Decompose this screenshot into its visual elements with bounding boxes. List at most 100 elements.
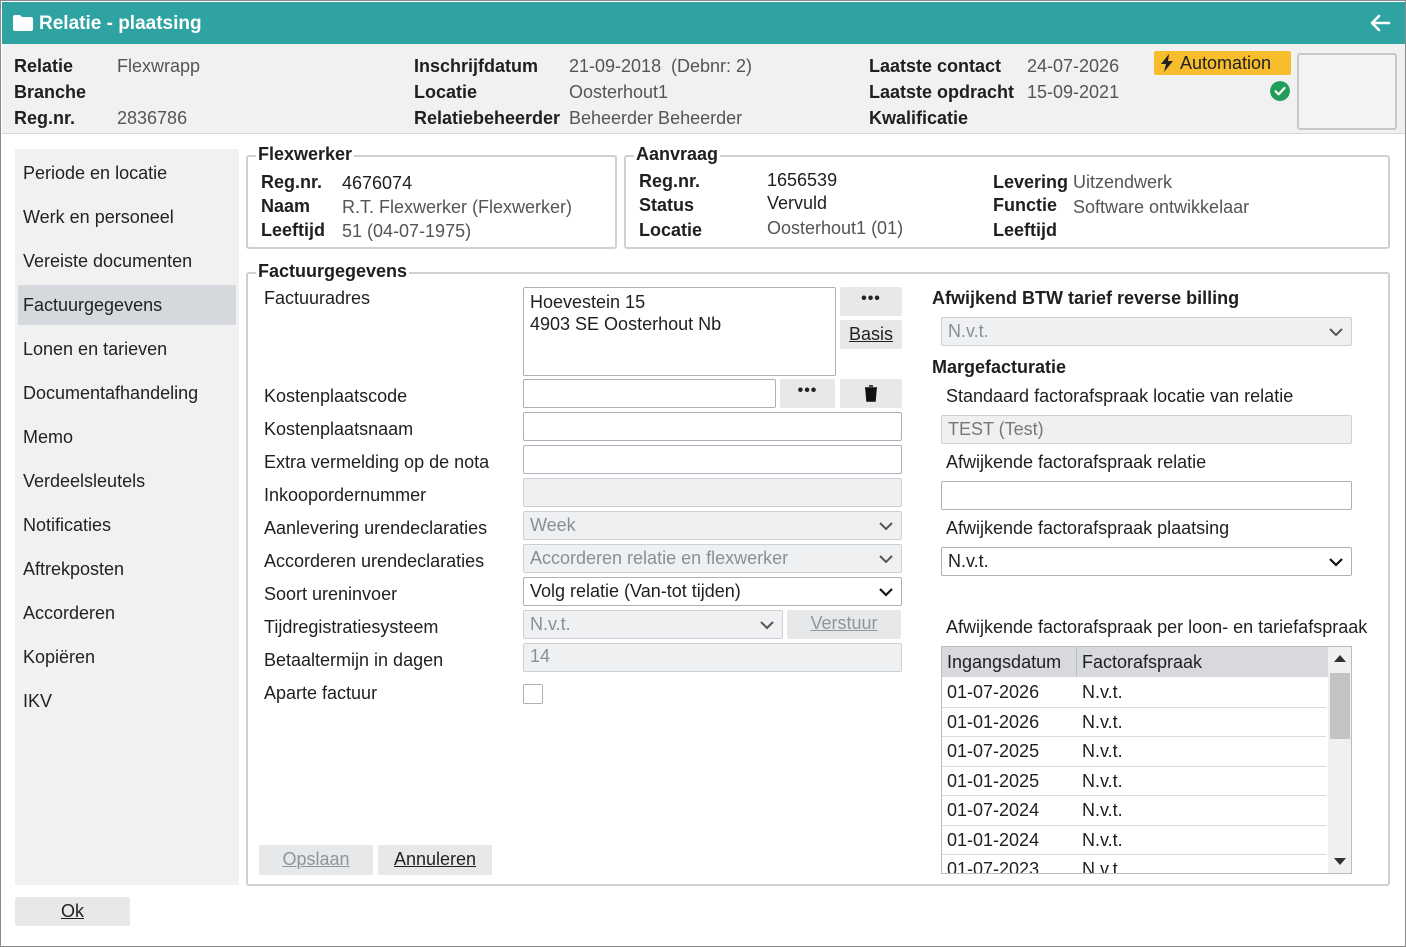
sidebar-item-kopi-ren[interactable]: Kopiëren	[18, 637, 236, 677]
sidebar-item-factuurgegevens[interactable]: Factuurgegevens	[18, 285, 236, 325]
afwijkende-relatie-input[interactable]	[941, 481, 1352, 510]
kwalificatie-label: Kwalificatie	[869, 108, 969, 128]
laatste-opdracht-value: 15-09-2021	[1027, 82, 1120, 102]
aparte-factuur-label: Aparte factuur	[264, 683, 378, 703]
btw-heading: Afwijkend BTW tarief reverse billing	[932, 288, 1240, 308]
betaaltermijn-label: Betaaltermijn in dagen	[264, 650, 444, 670]
extra-vermelding-label: Extra vermelding op de nota	[264, 452, 490, 472]
sidebar-item-werk-en-personeel[interactable]: Werk en personeel	[18, 197, 236, 237]
relatiebeheerder-value: Beheerder Beheerder	[569, 108, 743, 128]
afwijkende-plaatsing-select[interactable]: N.v.t.	[941, 547, 1352, 576]
kostenplaatscode-more-button[interactable]: •••	[780, 379, 835, 408]
opslaan-button[interactable]: Opslaan	[259, 845, 373, 875]
inkoopordernummer-input[interactable]	[523, 478, 902, 507]
verstuur-button[interactable]: Verstuur	[787, 610, 901, 639]
sidebar-item-vereiste-documenten[interactable]: Vereiste documenten	[18, 241, 236, 281]
flexwerker-legend: Flexwerker	[256, 144, 355, 164]
trash-icon	[865, 385, 877, 402]
aanvraag-leeftijd-label: Leeftijd	[993, 220, 1058, 240]
debnr-value: (Debnr: 2)	[671, 56, 753, 76]
annuleren-button[interactable]: Annuleren	[378, 845, 492, 875]
sidebar-item-aftrekposten[interactable]: Aftrekposten	[18, 549, 236, 589]
cell-factorafspraak: N.v.t.	[1082, 711, 1123, 732]
btw-value: N.v.t.	[948, 321, 989, 341]
cell-factorafspraak: N.v.t.	[1082, 829, 1123, 850]
kostenplaatscode-input[interactable]	[523, 379, 776, 408]
soort-ureninvoer-label: Soort ureninvoer	[264, 584, 398, 604]
table-row[interactable]: 01-01-2026 N.v.t.	[942, 708, 1326, 737]
delete-button[interactable]	[840, 379, 902, 408]
automation-badge[interactable]: Automation	[1154, 51, 1291, 75]
sidebar-item-notificaties[interactable]: Notificaties	[18, 505, 236, 545]
relatie-value: Flexwrapp	[117, 56, 201, 76]
flexwerker-leeftijd-value: 51 (04-07-1975)	[342, 221, 472, 241]
aanvraag-status-label: Status	[639, 195, 695, 215]
cell-ingangsdatum: 01-07-2024	[947, 800, 1040, 820]
sidebar-item-ikv[interactable]: IKV	[18, 681, 236, 721]
address-line-1: Hoevestein 15	[530, 292, 646, 312]
afwijkende-plaatsing-value: N.v.t.	[948, 551, 989, 571]
scrollbar-thumb[interactable]	[1330, 673, 1350, 739]
standaard-factor-input[interactable]: TEST (Test)	[941, 415, 1352, 444]
extra-vermelding-input[interactable]	[523, 445, 902, 474]
sidebar-item-accorderen[interactable]: Accorderen	[18, 593, 236, 633]
scroll-down-icon[interactable]	[1334, 858, 1346, 866]
table-row[interactable]: 01-07-2024 N.v.t.	[942, 796, 1326, 826]
cell-factorafspraak: N.v.t.	[1082, 741, 1123, 761]
cell-ingangsdatum: 01-07-2025	[947, 741, 1040, 761]
aanlevering-value: Week	[530, 515, 576, 535]
window-title: Relatie - plaatsing	[39, 13, 202, 34]
sidebar-item-memo[interactable]: Memo	[18, 417, 236, 457]
aparte-factuur-checkbox[interactable]	[523, 684, 543, 704]
cell-ingangsdatum: 01-01-2026	[947, 711, 1040, 732]
kostenplaatscode-label: Kostenplaatscode	[264, 386, 408, 406]
factuurgegevens-legend: Factuurgegevens	[256, 261, 410, 281]
inschrijfdatum-label: Inschrijfdatum	[414, 56, 539, 76]
title-bar: Relatie - plaatsing	[2, 2, 1405, 44]
accorderen-label: Accorderen urendeclaraties	[264, 551, 485, 571]
tijdregistratie-label: Tijdregistratiesysteem	[264, 617, 439, 637]
aanvraag-functie-label: Functie	[993, 195, 1058, 215]
flexwerker-leeftijd-label: Leeftijd	[261, 220, 326, 240]
ok-button[interactable]: Ok	[15, 897, 130, 926]
aanvraag-legend: Aanvraag	[634, 144, 721, 164]
sidebar-item-periode-en-locatie[interactable]: Periode en locatie	[18, 153, 236, 193]
factuuradres-field[interactable]: Hoevestein 15 4903 SE Oosterhout Nb	[523, 287, 836, 376]
soort-ureninvoer-select[interactable]: Volg relatie (Van-tot tijden)	[523, 577, 902, 606]
sidebar-item-documentafhandeling[interactable]: Documentafhandeling	[18, 373, 236, 413]
cell-factorafspraak: N.v.t.	[1082, 800, 1123, 820]
table-row[interactable]: 01-07-2025 N.v.t.	[942, 737, 1326, 767]
sidebar-item-lonen-en-tarieven[interactable]: Lonen en tarieven	[18, 329, 236, 369]
arrow-left-icon[interactable]	[1369, 12, 1391, 34]
cell-factorafspraak: N.v.t.	[1082, 859, 1123, 874]
accorderen-select[interactable]: Accorderen relatie en flexwerker	[523, 544, 902, 573]
relatiebeheerder-label: Relatiebeheerder	[414, 108, 561, 128]
laatste-contact-label: Laatste contact	[869, 56, 1002, 76]
table-row[interactable]: 01-01-2025 N.v.t.	[942, 767, 1326, 796]
aanvraag-regnr-value: 1656539	[767, 170, 838, 190]
btw-select[interactable]: N.v.t.	[941, 317, 1352, 346]
scroll-up-icon[interactable]	[1334, 654, 1346, 662]
afwijkende-relatie-label: Afwijkende factorafspraak relatie	[946, 452, 1207, 472]
factuuradres-more-button[interactable]: •••	[840, 287, 902, 316]
flexwerker-naam-label: Naam	[261, 196, 311, 216]
betaaltermijn-input[interactable]: 14	[523, 643, 902, 672]
sidebar-nav: Periode en locatie Werk en personeel Verei…	[15, 149, 239, 885]
locatie-label: Locatie	[414, 82, 478, 102]
standaard-factor-label: Standaard factorafspraak locatie van rel…	[946, 386, 1294, 406]
sidebar-item-verdeelsleutels[interactable]: Verdeelsleutels	[18, 461, 236, 501]
table-row[interactable]: 01-07-2026 N.v.t.	[942, 678, 1326, 708]
table-row[interactable]: 01-07-2023 N.v.t.	[942, 855, 1326, 874]
basis-button[interactable]: Basis	[840, 320, 902, 349]
kostenplaatsnaam-input[interactable]	[523, 412, 902, 441]
aanlevering-select[interactable]: Week	[523, 511, 902, 540]
column-header-ingangsdatum[interactable]: Ingangsdatum	[942, 647, 1077, 677]
column-header-factorafspraak[interactable]: Factorafspraak	[1077, 647, 1202, 677]
inschrijfdatum-value: 21-09-2018	[569, 56, 662, 76]
photo-placeholder[interactable]	[1297, 53, 1397, 130]
table-row[interactable]: 01-01-2024 N.v.t.	[942, 826, 1326, 855]
branche-label: Branche	[14, 82, 87, 102]
locatie-value: Oosterhout1	[569, 82, 669, 102]
chevron-down-icon	[760, 621, 774, 630]
tijdregistratie-select[interactable]: N.v.t.	[523, 610, 783, 639]
